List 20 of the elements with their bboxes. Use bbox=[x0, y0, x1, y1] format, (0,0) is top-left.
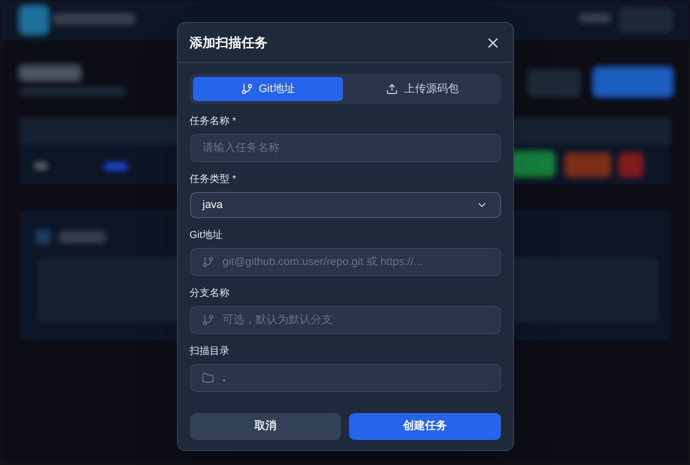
input-field[interactable]: . bbox=[190, 364, 500, 392]
field-label: 任务名称 * bbox=[190, 116, 238, 128]
type-select[interactable]: java bbox=[190, 192, 500, 218]
field-label: 分支名称 bbox=[190, 288, 230, 300]
field-label: 任务类型 * bbox=[190, 174, 238, 186]
input-field[interactable]: git@github.com:user/repo.git 或 https://... bbox=[190, 248, 500, 276]
dialog-title: 添加扫描任务 bbox=[190, 34, 268, 52]
tab[interactable]: Git地址 bbox=[192, 77, 343, 101]
input-field[interactable]: 请输入任务名称 bbox=[190, 134, 500, 162]
tab[interactable]: 上传源码包 bbox=[347, 77, 498, 101]
branch-icon bbox=[240, 83, 253, 95]
upload-icon bbox=[386, 83, 398, 95]
field-label: 扫描目录 bbox=[190, 346, 230, 358]
field-label: Git地址 bbox=[190, 230, 224, 242]
branch-icon bbox=[202, 256, 214, 268]
input-field[interactable]: 可选，默认为默认分支 bbox=[190, 306, 500, 334]
create-button[interactable]: 创建任务 bbox=[349, 413, 500, 440]
branch-icon bbox=[202, 314, 214, 326]
cancel-button[interactable]: 取消 bbox=[190, 413, 341, 440]
folder-icon bbox=[202, 372, 214, 384]
